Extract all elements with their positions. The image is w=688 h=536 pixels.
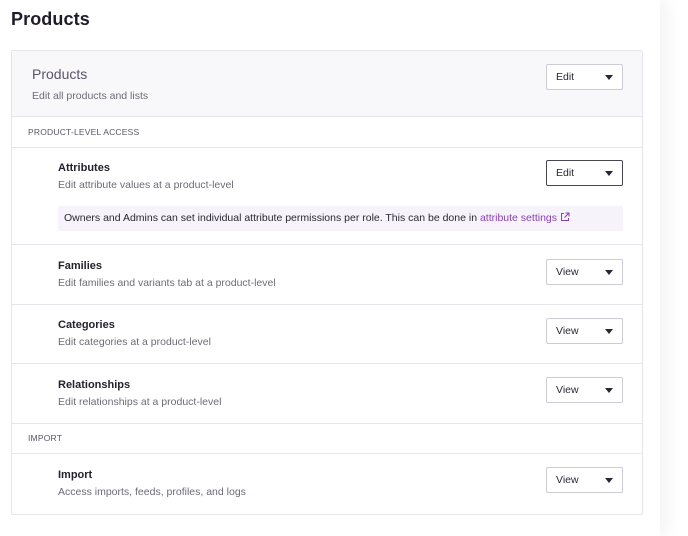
row-desc-categories: Edit categories at a product-level — [58, 336, 211, 348]
card-subtitle: Edit all products and lists — [32, 90, 149, 102]
import-permission-select[interactable]: View — [546, 467, 623, 493]
row-title-attributes: Attributes — [58, 162, 110, 174]
row-desc-attributes: Edit attribute values at a product-level — [58, 179, 234, 191]
divider — [12, 363, 642, 364]
row-desc-import: Access imports, feeds, profiles, and log… — [58, 486, 246, 498]
select-value: View — [556, 384, 579, 396]
card-header: Products Edit all products and lists Edi… — [12, 51, 642, 117]
external-link-icon — [561, 212, 570, 221]
info-text: Owners and Admins can set individual att… — [64, 212, 480, 224]
divider — [12, 147, 642, 148]
row-title-families: Families — [58, 260, 103, 272]
attribute-permissions-info: Owners and Admins can set individual att… — [58, 206, 623, 231]
attributes-permission-select[interactable]: Edit — [546, 160, 623, 186]
select-value: View — [556, 266, 579, 278]
caret-down-icon — [605, 171, 613, 176]
select-value: View — [556, 474, 579, 486]
caret-down-icon — [605, 270, 613, 275]
caret-down-icon — [605, 329, 613, 334]
select-value: Edit — [556, 167, 575, 179]
attribute-settings-link[interactable]: attribute settings — [480, 212, 570, 224]
products-page: Products Products Edit all products and … — [0, 0, 688, 536]
caret-down-icon — [605, 478, 613, 483]
divider — [12, 244, 642, 245]
row-desc-relationships: Edit relationships at a product-level — [58, 396, 222, 408]
divider — [12, 453, 642, 454]
select-value: Edit — [556, 71, 575, 83]
products-permissions-card: Products Edit all products and lists Edi… — [11, 50, 643, 515]
select-value: View — [556, 325, 579, 337]
caret-down-icon — [605, 75, 613, 80]
caret-down-icon — [605, 388, 613, 393]
section-label-product-level-access: PRODUCT-LEVEL ACCESS — [28, 127, 140, 137]
card-title: Products — [32, 66, 88, 82]
section-label-import: IMPORT — [28, 433, 63, 443]
row-desc-families: Edit families and variants tab at a prod… — [58, 277, 276, 289]
divider — [12, 304, 642, 305]
page-title: Products — [11, 9, 90, 29]
row-title-categories: Categories — [58, 319, 115, 331]
products-permission-select[interactable]: Edit — [546, 64, 623, 90]
categories-permission-select[interactable]: View — [546, 318, 623, 344]
families-permission-select[interactable]: View — [546, 259, 623, 285]
row-title-relationships: Relationships — [58, 379, 131, 391]
row-title-import: Import — [58, 469, 93, 481]
attribute-settings-link-label: attribute settings — [479, 212, 557, 224]
relationships-permission-select[interactable]: View — [546, 377, 623, 403]
divider — [12, 423, 642, 424]
info-text-wrapper: Owners and Admins can set individual att… — [64, 212, 570, 224]
